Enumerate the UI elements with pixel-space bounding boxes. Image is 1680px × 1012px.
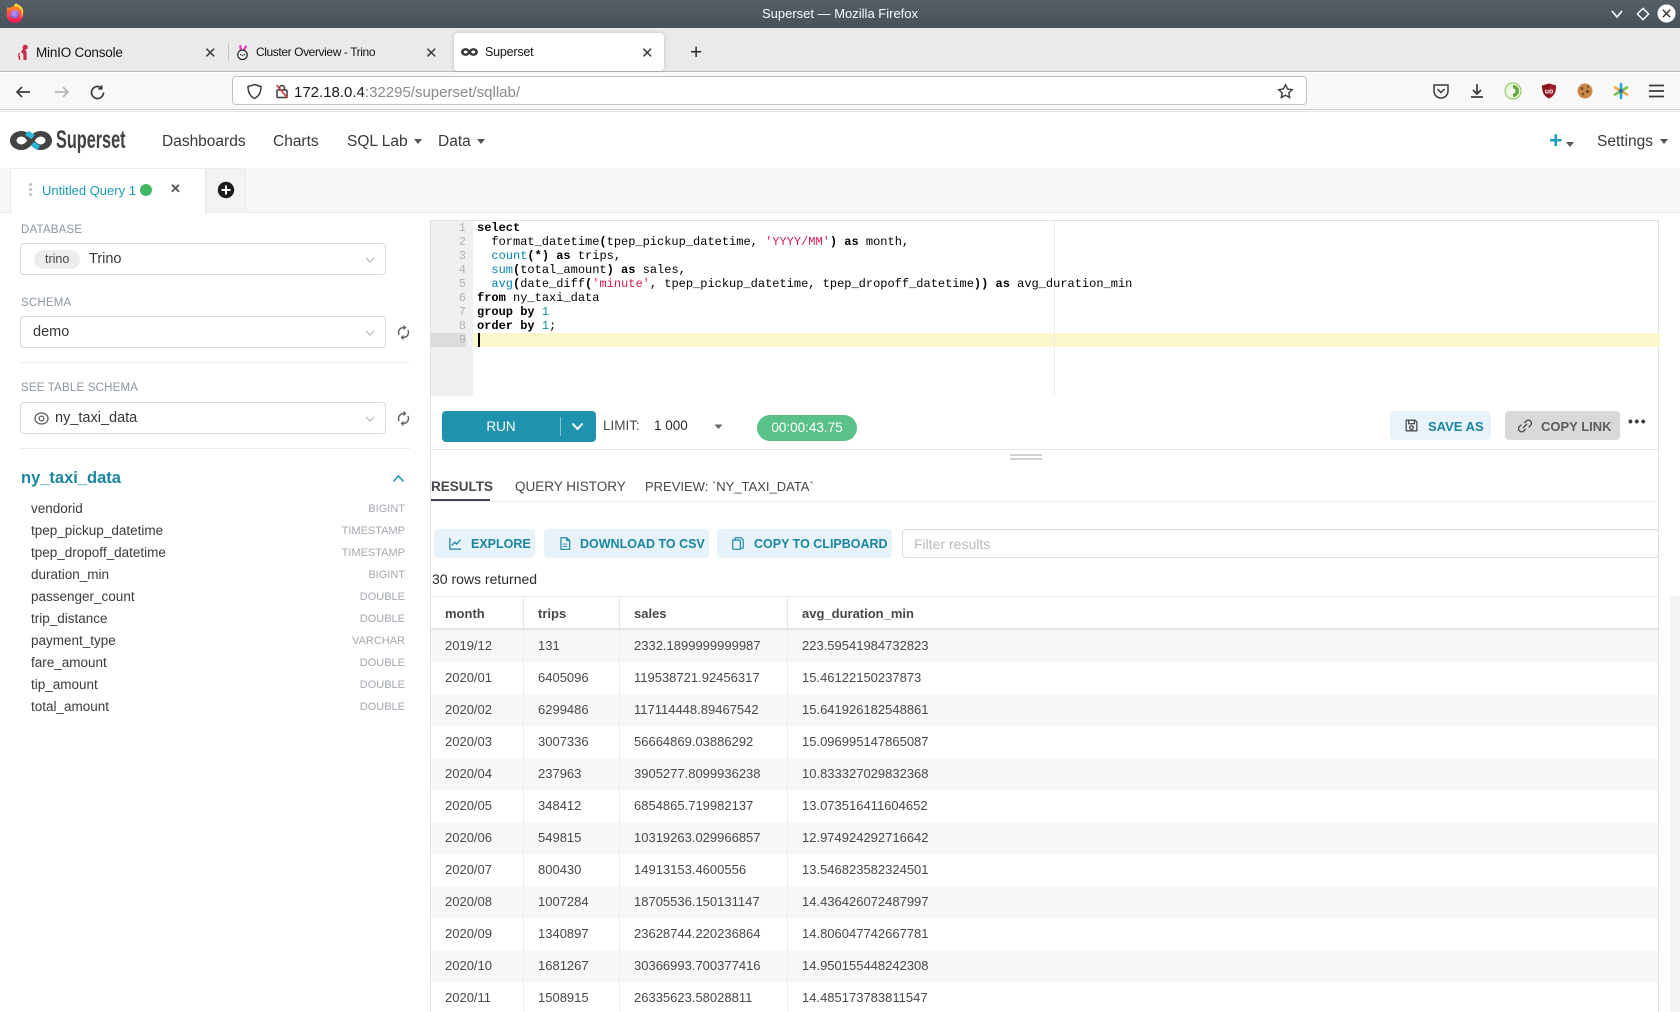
svg-text:uo: uo	[1545, 89, 1554, 96]
